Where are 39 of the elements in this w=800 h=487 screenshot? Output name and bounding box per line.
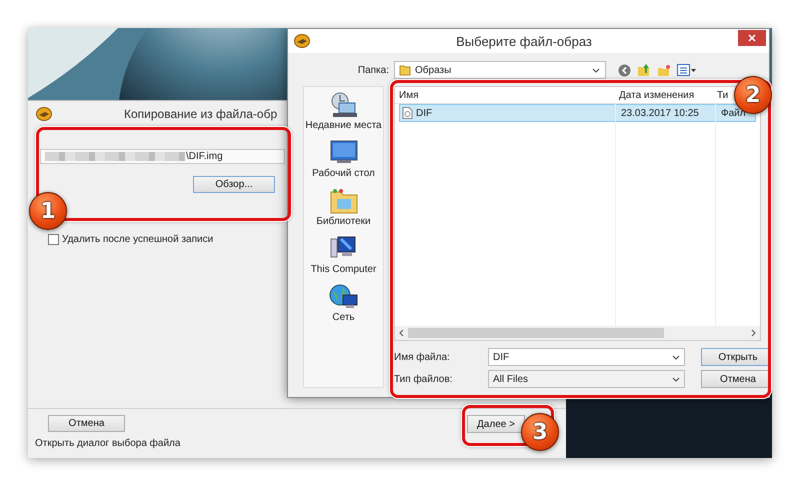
- column-header[interactable]: Имя: [395, 90, 418, 100]
- checkbox-label: Удалить после успешной записи: [62, 234, 214, 245]
- folder-label: Папка:: [356, 64, 390, 76]
- back-icon[interactable]: [618, 64, 631, 76]
- file-type-dropdown[interactable]: All Files: [488, 370, 685, 388]
- view-menu-icon[interactable]: [677, 64, 697, 76]
- place-item[interactable]: Недавние места: [305, 120, 382, 131]
- file-type-label: Тип файлов:: [394, 374, 454, 384]
- app-logo-icon: [36, 106, 52, 120]
- close-icon[interactable]: [738, 30, 766, 46]
- up-folder-icon[interactable]: [637, 63, 651, 77]
- dialog-title: Выберите файл-образ: [455, 34, 593, 48]
- app-logo-icon: [294, 34, 310, 48]
- place-item[interactable]: Рабочий стол: [312, 168, 375, 179]
- place-item[interactable]: This Computer: [310, 264, 376, 275]
- scroll-right-icon[interactable]: [751, 329, 757, 337]
- status-text: Открыть диалог выбора файла: [35, 438, 180, 449]
- browse-button[interactable]: Обзор...: [193, 176, 275, 193]
- next-button[interactable]: Далее >: [467, 415, 525, 433]
- file-row[interactable]: DIF 23.03.2017 10:25 Файл: [399, 104, 756, 122]
- folder-icon: [328, 187, 358, 215]
- checkbox[interactable]: [48, 234, 59, 245]
- new-folder-icon[interactable]: [657, 64, 671, 76]
- column-header[interactable]: Дата изменения: [615, 90, 694, 100]
- place-item[interactable]: Сеть: [332, 312, 355, 323]
- file-name-field[interactable]: DIF: [488, 348, 685, 366]
- cancel-button[interactable]: Отмена: [48, 415, 125, 432]
- column-header[interactable]: Ти: [715, 90, 728, 100]
- folder-dropdown[interactable]: Образы: [394, 61, 606, 79]
- file-icon: [402, 107, 413, 119]
- place-item[interactable]: Библиотеки: [316, 216, 371, 227]
- scroll-left-icon[interactable]: [398, 329, 404, 337]
- file-name-label: Имя файла:: [394, 352, 451, 362]
- clock-computer-icon: [328, 91, 358, 119]
- window-title: Копирование из файла-обр: [124, 106, 278, 120]
- globe-computer-icon: [328, 283, 358, 311]
- horizontal-scrollbar[interactable]: [395, 326, 760, 340]
- folder-icon: [399, 64, 411, 76]
- path-field[interactable]: \DIF.img: [40, 149, 285, 164]
